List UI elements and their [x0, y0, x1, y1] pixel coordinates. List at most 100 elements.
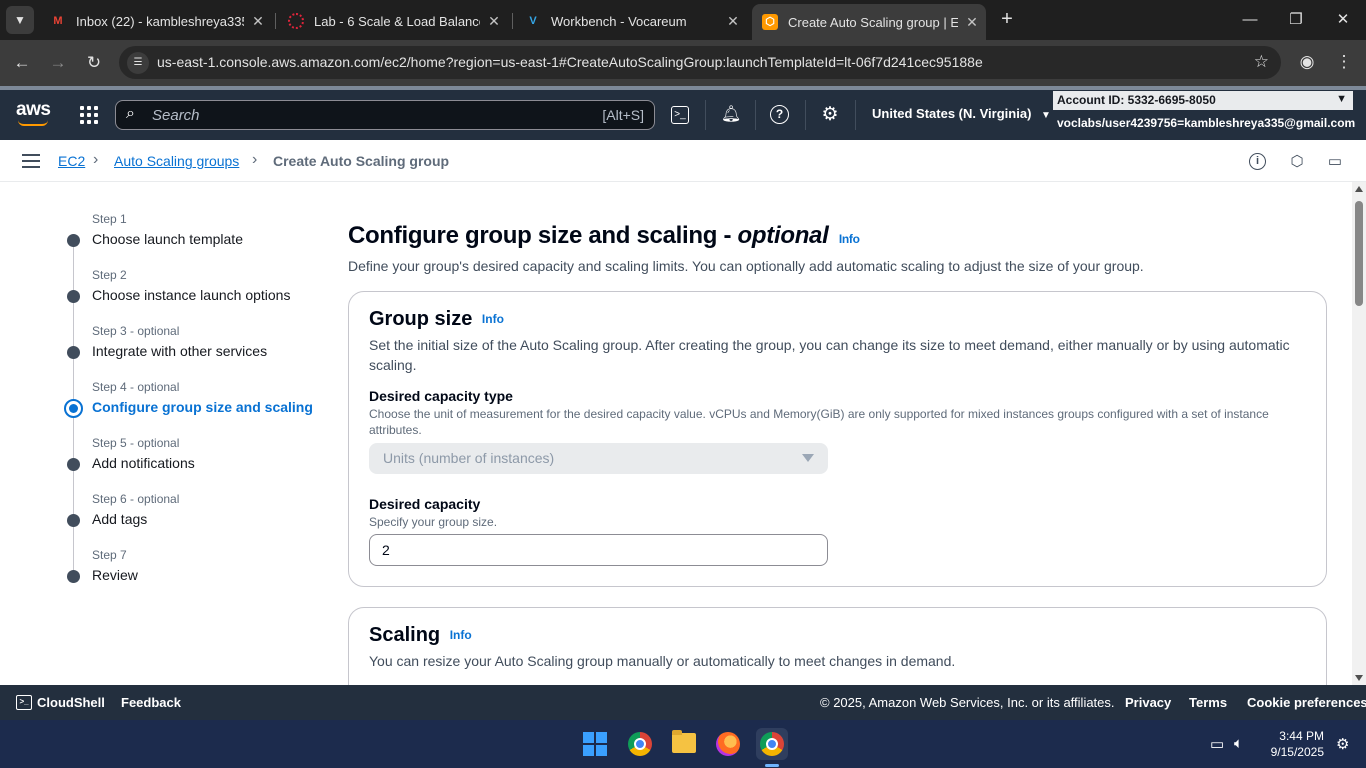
console-footer: >_ CloudShell Feedback © 2025, Amazon We… — [0, 685, 1366, 720]
step-dot-icon — [67, 346, 80, 359]
page-title-text: Configure group size and scaling - — [348, 222, 738, 249]
group-size-description: Set the initial size of the Auto Scaling… — [369, 337, 1290, 373]
scaling-title: Scaling — [369, 624, 441, 646]
privacy-link[interactable]: Privacy — [1125, 695, 1171, 710]
step-dot-icon — [67, 458, 80, 471]
desired-capacity-description: Specify your group size. — [369, 515, 498, 529]
info-link[interactable]: Info — [482, 312, 504, 326]
region-selector[interactable]: United States (N. Virginia) ▼ — [872, 106, 1051, 121]
gear-icon[interactable]: ⚙ — [819, 104, 841, 126]
display-icon[interactable]: ▭ — [1325, 152, 1345, 172]
user-identity[interactable]: voclabs/user4239756=kambleshreya335@gmai… — [1057, 116, 1355, 130]
cloudshell-link[interactable]: CloudShell — [37, 695, 105, 710]
info-icon[interactable]: i — [1249, 153, 1266, 170]
notification-icon[interactable]: ⚙ — [1336, 735, 1349, 753]
restore-icon[interactable]: ❐ — [1284, 8, 1308, 32]
step-name[interactable]: Add tags — [92, 511, 147, 527]
forward-icon[interactable]: → — [45, 50, 71, 76]
step-name[interactable]: Choose instance launch options — [92, 287, 290, 303]
aws-search[interactable]: ⌕ [Alt+S] — [115, 100, 655, 130]
profile-icon[interactable]: ◉ — [1295, 52, 1319, 72]
account-menu[interactable]: Account ID: 5332-6695-8050 ▼ — [1053, 91, 1353, 110]
canvas-icon — [288, 13, 304, 29]
site-info-icon[interactable]: ☰ — [127, 52, 149, 74]
step-dot-icon — [67, 290, 80, 303]
caret-down-icon — [802, 454, 814, 462]
caret-down-icon: ▼ — [1041, 110, 1051, 121]
close-icon[interactable]: ✕ — [719, 13, 747, 30]
close-icon[interactable]: ✕ — [244, 13, 272, 30]
tab-search-button[interactable]: ▼ — [6, 6, 34, 34]
main-content: Step 1 Choose launch template Step 2 Cho… — [0, 182, 1366, 685]
back-icon[interactable]: ← — [9, 50, 35, 76]
bell-icon[interactable]: 🔔︎ — [720, 104, 742, 126]
region-label: United States (N. Virginia) — [872, 106, 1032, 121]
chrome-active-button[interactable] — [756, 728, 788, 760]
step-label: Step 7 — [92, 548, 127, 562]
step-name[interactable]: Configure group size and scaling — [92, 399, 313, 415]
start-icon[interactable] — [583, 732, 607, 756]
feedback-link[interactable]: Feedback — [121, 695, 181, 710]
tab-gmail[interactable]: M Inbox (22) - kambleshreya335@gmail.com… — [40, 6, 272, 36]
help-icon[interactable]: ? — [770, 105, 789, 124]
url-text[interactable]: us-east-1.console.aws.amazon.com/ec2/hom… — [157, 54, 983, 70]
page-scrollbar[interactable] — [1352, 182, 1366, 685]
menu-icon[interactable] — [22, 154, 40, 168]
tab-create-asg[interactable]: ⬡ Create Auto Scaling group | EC2 ✕ — [752, 4, 986, 40]
new-tab-button[interactable]: + — [996, 8, 1018, 32]
capacity-type-label: Desired capacity type — [369, 388, 513, 404]
page-title: Configure group size and scaling - optio… — [348, 222, 860, 250]
bookmark-star-icon[interactable]: ☆ — [1254, 52, 1269, 72]
address-bar[interactable]: ☰ us-east-1.console.aws.amazon.com/ec2/h… — [119, 46, 1281, 79]
reload-icon[interactable]: ↻ — [81, 50, 107, 76]
vocareum-icon: V — [529, 15, 537, 27]
settings-hexagon-icon[interactable]: ⬡ — [1287, 152, 1307, 172]
search-input[interactable] — [152, 103, 572, 127]
nav-divider — [705, 100, 706, 130]
services-grid-icon[interactable] — [80, 106, 98, 124]
breadcrumb-ec2[interactable]: EC2 — [58, 153, 85, 169]
tab-lab[interactable]: Lab - 6 Scale & Load Balance your ✕ — [278, 6, 508, 36]
network-icon[interactable]: ▭ — [1210, 735, 1224, 753]
browser-menu-icon[interactable]: ⋮ — [1332, 52, 1356, 72]
account-id: Account ID: 5332-6695-8050 — [1057, 93, 1216, 107]
step-name[interactable]: Choose launch template — [92, 231, 243, 247]
tab-title: Lab - 6 Scale & Load Balance your — [314, 13, 480, 29]
caret-down-icon: ▼ — [1336, 93, 1347, 105]
aws-logo[interactable]: aws — [16, 100, 51, 128]
info-link[interactable]: Info — [839, 232, 860, 246]
tab-separator — [512, 13, 513, 29]
firefox-icon[interactable] — [716, 732, 740, 756]
file-explorer-icon[interactable] — [672, 730, 696, 753]
chrome-icon[interactable] — [628, 732, 652, 756]
scroll-up-icon[interactable] — [1355, 186, 1363, 192]
nav-divider — [805, 100, 806, 130]
scrollbar-thumb[interactable] — [1355, 201, 1363, 306]
step-label: Step 2 — [92, 268, 127, 282]
minimize-icon[interactable]: — — [1238, 8, 1262, 32]
system-clock[interactable]: 3:44 PM 9/15/2025 — [1262, 728, 1324, 760]
step-name[interactable]: Integrate with other services — [92, 343, 267, 359]
step-name[interactable]: Add notifications — [92, 455, 195, 471]
desired-capacity-input[interactable] — [369, 534, 828, 566]
scaling-description: You can resize your Auto Scaling group m… — [369, 653, 956, 669]
tab-separator — [275, 13, 276, 29]
breadcrumb-asg[interactable]: Auto Scaling groups — [114, 153, 239, 169]
step-name[interactable]: Review — [92, 567, 138, 583]
info-link[interactable]: Info — [450, 628, 472, 642]
browser-toolbar: ← → ↻ ☰ us-east-1.console.aws.amazon.com… — [0, 40, 1366, 86]
capacity-type-value: Units (number of instances) — [383, 450, 555, 466]
tab-vocareum[interactable]: V Workbench - Vocareum ✕ — [515, 6, 747, 36]
scroll-down-icon[interactable] — [1355, 675, 1363, 681]
cloudshell-icon[interactable]: >_ — [16, 695, 32, 710]
copyright-text: © 2025, Amazon Web Services, Inc. or its… — [820, 695, 1115, 710]
terms-link[interactable]: Terms — [1189, 695, 1227, 710]
close-icon[interactable]: ✕ — [958, 14, 986, 31]
volume-icon[interactable]: 🔈︎ — [1234, 735, 1243, 752]
close-icon[interactable]: ✕ — [480, 13, 508, 30]
close-window-icon[interactable]: ✕ — [1331, 8, 1355, 32]
step-label: Step 4 - optional — [92, 380, 180, 394]
cookie-preferences-link[interactable]: Cookie preferences — [1247, 695, 1366, 710]
breadcrumb-current: Create Auto Scaling group — [273, 153, 450, 169]
cloudshell-icon[interactable]: >_ — [671, 106, 689, 124]
